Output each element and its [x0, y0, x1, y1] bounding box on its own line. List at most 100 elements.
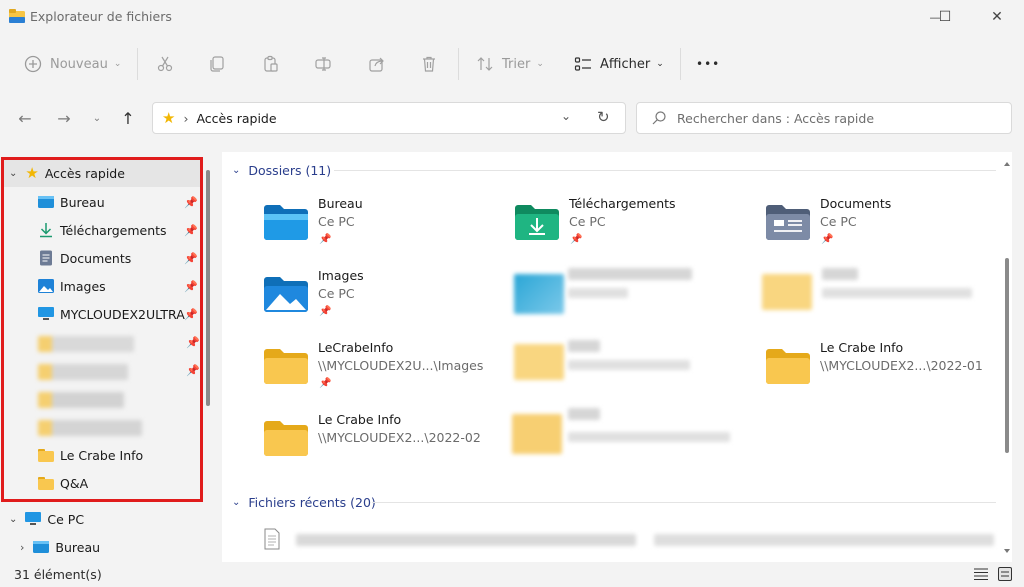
paste-button[interactable] — [262, 36, 280, 92]
chevron-down-icon[interactable]: ⌄ — [9, 514, 17, 525]
downloads-folder-icon — [515, 205, 559, 240]
blurred-item[interactable] — [568, 268, 692, 280]
folders-group-header[interactable]: ⌄ Dossiers (11) — [232, 160, 331, 180]
folder-tile-pictures[interactable]: Images Ce PC 📌 — [262, 266, 502, 330]
quick-access-highlight — [1, 157, 203, 502]
blurred-item[interactable] — [512, 414, 562, 454]
tile-location: Ce PC — [318, 286, 355, 301]
up-button[interactable]: ↑ — [116, 106, 140, 130]
chevron-down-icon: ⌄ — [656, 59, 664, 69]
folder-tile-downloads[interactable]: Téléchargements Ce PC 📌 — [513, 194, 753, 258]
blurred-item[interactable] — [514, 274, 564, 314]
view-button[interactable]: Afficher ⌄ — [574, 36, 664, 92]
trash-icon — [423, 56, 435, 72]
view-label: Afficher — [600, 56, 651, 72]
folder-icon — [264, 349, 308, 384]
close-icon: ✕ — [991, 9, 1003, 25]
blurred-item[interactable] — [568, 408, 600, 420]
pin-icon: 📌 — [319, 306, 332, 317]
tiles-view-icon — [998, 567, 1012, 581]
item-count: 31 élément(s) — [14, 567, 102, 582]
blurred-item[interactable] — [568, 360, 690, 370]
details-view-icon — [974, 568, 988, 580]
sidebar-scrollbar[interactable] — [206, 170, 210, 406]
delete-button[interactable] — [420, 36, 438, 92]
desktop-folder-icon — [264, 205, 308, 240]
share-icon — [369, 57, 384, 72]
sort-icon — [477, 57, 493, 71]
pin-icon: 📌 — [319, 234, 332, 245]
recent-locations-button[interactable]: ⌄ — [85, 106, 109, 130]
rename-button[interactable] — [314, 36, 332, 92]
tiles-view-button[interactable] — [996, 566, 1014, 582]
search-icon — [652, 111, 666, 125]
sidebar-item-label: Ce PC — [47, 511, 85, 527]
rename-icon — [315, 57, 331, 71]
recent-files-group-label: Fichiers récents (20) — [248, 494, 376, 510]
refresh-icon[interactable]: ↻ — [597, 108, 610, 126]
chevron-right-icon[interactable]: › — [20, 541, 24, 554]
tile-location: \\MYCLOUDEX2...\2022-02 — [318, 430, 481, 445]
tile-name: Le Crabe Info — [820, 340, 904, 355]
document-file-icon — [264, 528, 280, 550]
folder-tile-lecrabeinfo-images[interactable]: LeCrabeInfo \\MYCLOUDEX2U...\Images 📌 — [262, 338, 502, 402]
tile-location: \\MYCLOUDEX2...\2022-01 — [820, 358, 983, 373]
folder-tile-desktop[interactable]: Bureau Ce PC 📌 — [262, 194, 502, 258]
address-bar[interactable]: ★ › Accès rapide ⌄ ↻ — [152, 102, 626, 134]
details-view-button[interactable] — [972, 566, 990, 582]
share-button[interactable] — [368, 36, 386, 92]
tile-name: Téléchargements — [569, 196, 676, 211]
chevron-down-icon: ⌄ — [232, 164, 241, 176]
blurred-item[interactable] — [822, 268, 858, 280]
documents-folder-icon — [766, 205, 810, 240]
toolbar-divider — [458, 48, 459, 80]
folder-tile-le-crabe-info-2022-01[interactable]: Le Crabe Info \\MYCLOUDEX2...\2022-01 — [764, 338, 1004, 402]
folder-tile-documents[interactable]: Documents Ce PC 📌 — [764, 194, 1004, 258]
blurred-item[interactable] — [514, 344, 564, 380]
folders-group-label: Dossiers (11) — [248, 162, 332, 178]
group-divider — [372, 502, 996, 503]
chevron-down-icon: ⌄ — [536, 59, 544, 69]
chevron-down-icon[interactable]: ⌄ — [561, 109, 571, 123]
blurred-item[interactable] — [654, 534, 994, 546]
arrow-up-icon: ↑ — [121, 108, 135, 128]
sidebar-item-this-pc-desktop[interactable]: › Bureau — [4, 533, 204, 561]
sidebar-item-label: Bureau — [55, 539, 101, 555]
sort-button[interactable]: Trier ⌄ — [476, 36, 544, 92]
copy-button[interactable] — [208, 36, 226, 92]
blurred-item[interactable] — [296, 534, 636, 546]
pin-icon: 📌 — [319, 378, 332, 389]
blurred-item[interactable] — [568, 288, 628, 298]
blurred-item[interactable] — [568, 432, 730, 442]
copy-icon — [210, 56, 224, 72]
more-options-button[interactable]: ••• — [696, 36, 720, 92]
breadcrumb-location[interactable]: Accès rapide — [196, 111, 276, 126]
new-button[interactable]: Nouveau ⌄ — [24, 36, 121, 92]
maximize-button[interactable]: ☐ — [922, 0, 968, 34]
back-button[interactable]: ← — [13, 106, 37, 130]
close-button[interactable]: ✕ — [974, 0, 1020, 34]
blurred-item[interactable] — [762, 274, 812, 310]
sidebar-item-this-pc[interactable]: ⌄ Ce PC — [4, 505, 204, 533]
folder-icon — [766, 349, 810, 384]
blurred-item[interactable] — [822, 288, 972, 298]
recent-files-group-header[interactable]: ⌄ Fichiers récents (20) — [232, 492, 376, 512]
tile-name: Bureau — [318, 196, 363, 211]
forward-button[interactable]: → — [52, 106, 76, 130]
cut-button[interactable] — [156, 36, 174, 92]
chevron-down-icon: ⌄ — [113, 59, 122, 69]
search-box[interactable]: Rechercher dans : Accès rapide — [636, 102, 1012, 134]
more-icon: ••• — [696, 57, 721, 71]
folder-tile-le-crabe-info-2022-02[interactable]: Le Crabe Info \\MYCLOUDEX2...\2022-02 — [262, 410, 502, 474]
toolbar-divider — [680, 48, 681, 80]
content-scrollbar[interactable] — [1004, 160, 1010, 555]
group-divider — [334, 170, 996, 171]
pictures-folder-icon — [264, 277, 308, 312]
tile-name: Le Crabe Info — [318, 412, 402, 427]
blurred-item[interactable] — [568, 340, 600, 352]
navigation-pane: ⌄ ★ Accès rapide Bureau 📌 Téléchargement… — [0, 152, 222, 562]
navigation-bar: ← → ⌄ ↑ ★ › Accès rapide ⌄ ↻ Rechercher … — [0, 93, 1024, 148]
content-pane: ⌄ Dossiers (11) Bureau Ce PC 📌 Télécharg… — [222, 152, 1012, 562]
toolbar-divider — [137, 48, 138, 80]
window-title: Explorateur de fichiers — [30, 9, 172, 24]
